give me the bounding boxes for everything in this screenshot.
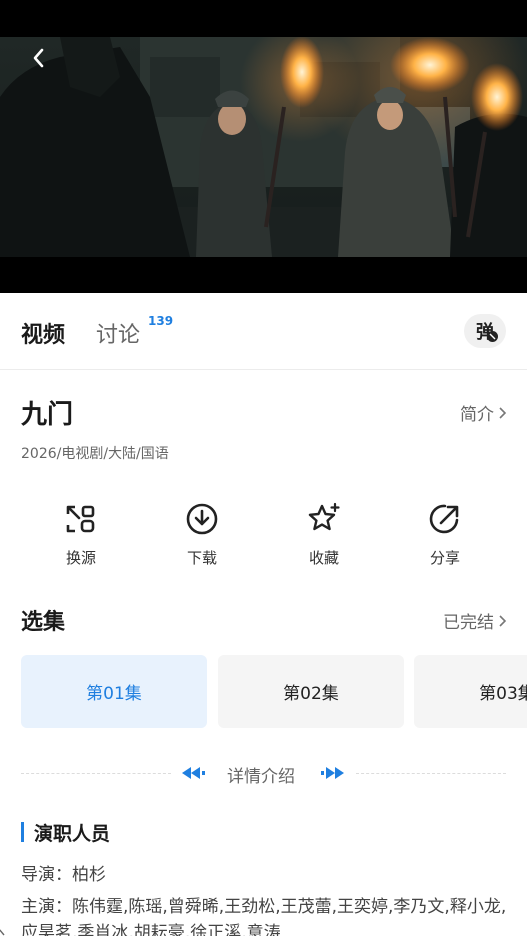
back-button[interactable] (22, 41, 56, 75)
star-icon (308, 502, 340, 531)
tab-bar: 视频 讨论 139 弹 (0, 293, 527, 370)
status-bar (0, 0, 527, 37)
intro-label: 简介 (460, 405, 494, 425)
episode-list[interactable]: 第01集 第02集 第03集 (21, 655, 527, 728)
action-row: 换源 下载 收藏 分享 (0, 502, 527, 574)
cast-title: 演职人员 (34, 822, 111, 845)
episode-item[interactable]: 第03集 (414, 655, 527, 728)
dashed-line (21, 773, 171, 774)
danmaku-toggle-button[interactable]: 弹 (464, 314, 506, 348)
switch-source-icon (66, 505, 95, 533)
details-divider: 详情介绍 (21, 762, 506, 787)
share-button[interactable]: 分享 (405, 502, 485, 568)
action-label: 收藏 (308, 549, 339, 567)
discussion-count-badge: 139 (148, 314, 174, 328)
episode-item-selected[interactable]: 第01集 (21, 655, 207, 728)
double-arrow-left-icon (182, 767, 205, 779)
share-icon (429, 504, 459, 534)
double-arrow-right-icon (321, 767, 344, 779)
episodes-status-label: 已完结 (443, 613, 494, 633)
favorite-button[interactable]: 收藏 (284, 502, 364, 568)
chevron-right-icon (499, 614, 507, 627)
episodes-heading: 选集 (21, 610, 66, 635)
switch-source-button[interactable]: 换源 (41, 502, 121, 568)
scroll-edge-icon (0, 929, 5, 936)
tab-video[interactable]: 视频 (21, 317, 65, 349)
danmaku-off-icon (487, 331, 498, 342)
accent-bar (21, 822, 24, 842)
action-label: 分享 (429, 549, 460, 567)
director-line: 导演：柏杉 (21, 865, 106, 885)
video-player[interactable] (0, 37, 527, 293)
video-frame[interactable] (0, 37, 527, 257)
tab-discussion[interactable]: 讨论 (96, 317, 140, 349)
show-title: 九门 (21, 400, 74, 430)
chevron-right-icon (499, 406, 507, 419)
chevron-left-icon (33, 48, 44, 68)
dashed-line (356, 773, 506, 774)
download-icon (186, 503, 218, 535)
action-label: 换源 (65, 549, 96, 567)
episode-item[interactable]: 第02集 (218, 655, 404, 728)
actors-line: 主演：陈伟霆,陈瑶,曾舜晞,王劲松,王茂蕾,王奕婷,李乃文,释小龙,应昊茗,季肖… (21, 897, 507, 936)
show-meta: 2026/电视剧/大陆/国语 (21, 446, 169, 462)
download-button[interactable]: 下载 (162, 502, 242, 568)
cast-section-heading: 演职人员 (21, 820, 111, 845)
details-label: 详情介绍 (227, 767, 295, 787)
action-label: 下载 (186, 549, 217, 567)
episodes-status-link[interactable]: 已完结 (443, 608, 507, 633)
intro-link[interactable]: 简介 (460, 400, 507, 425)
